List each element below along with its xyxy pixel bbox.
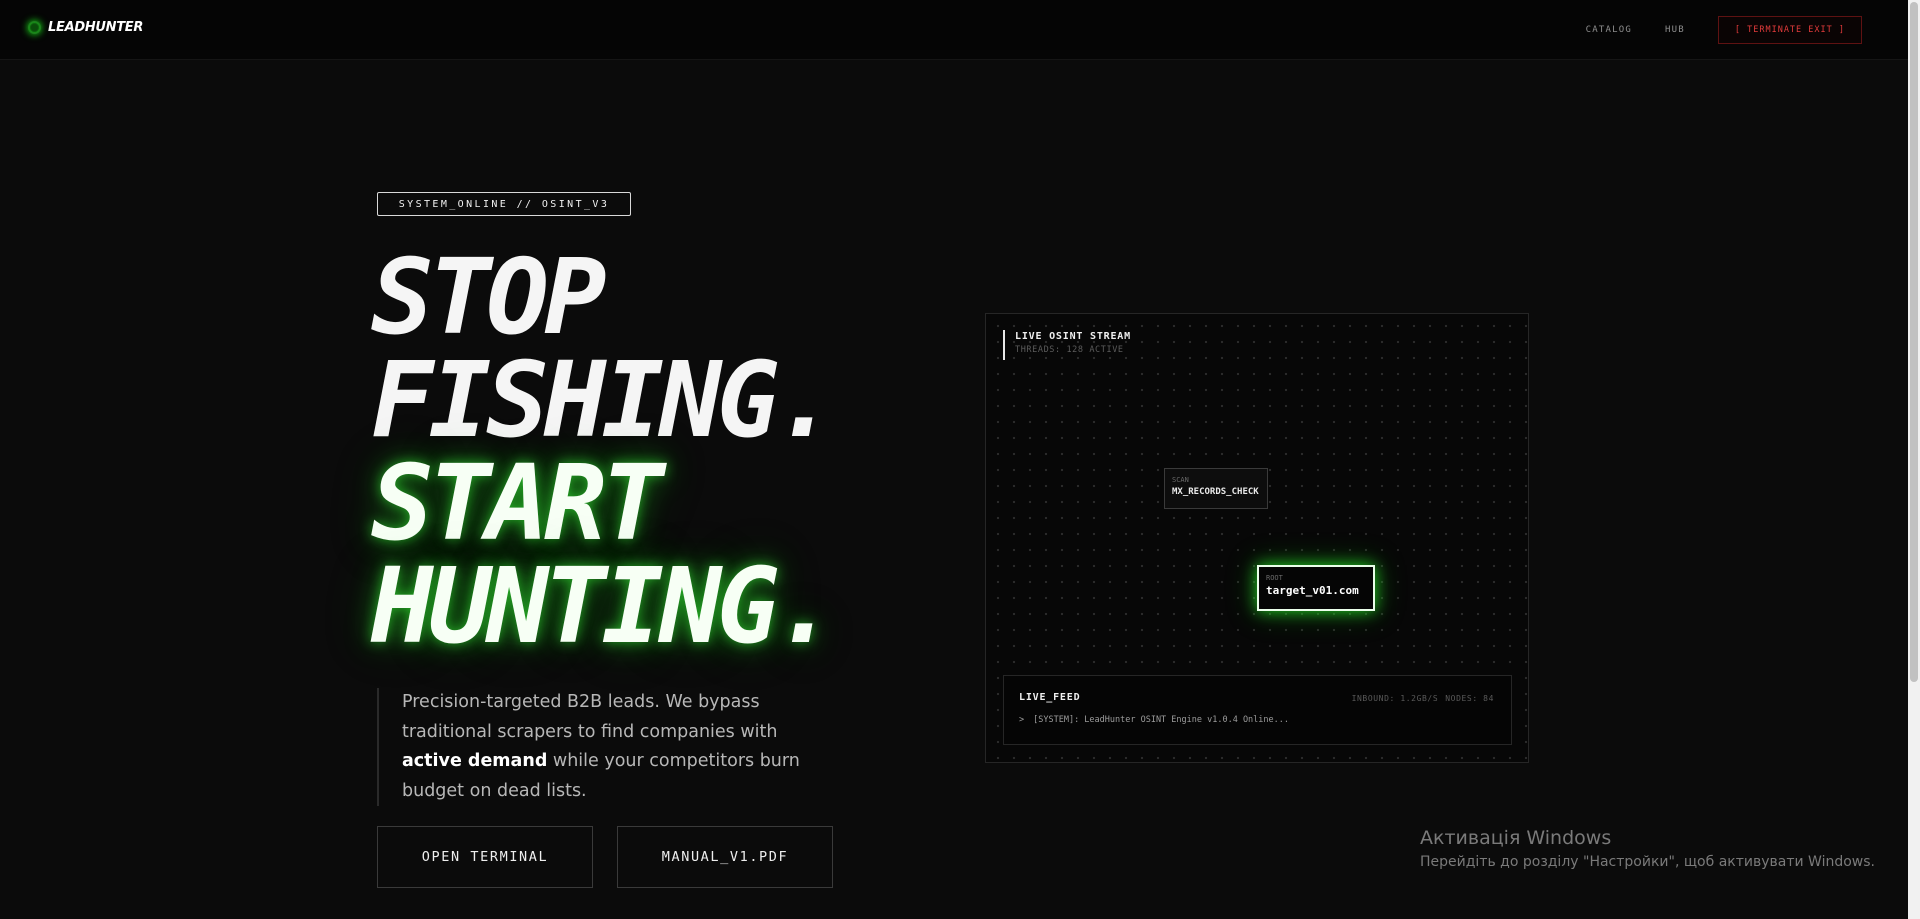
logo[interactable]: LEADHUNTER <box>28 20 143 35</box>
live-feed-title: LIVE_FEED <box>1019 692 1081 703</box>
top-navbar: LEADHUNTER CATALOG HUB [ TERMINATE EXIT … <box>0 0 1908 60</box>
stream-threads-count: THREADS: 128 ACTIVE <box>1015 345 1124 355</box>
windows-activation-title: Активація Windows <box>1420 827 1612 849</box>
manual-pdf-button[interactable]: MANUAL_V1.PDF <box>617 826 833 888</box>
terminate-exit-button[interactable]: [ TERMINATE EXIT ] <box>1717 16 1862 44</box>
feed-stats: INBOUND: 1.2GB/S NODES: 84 <box>1352 694 1494 703</box>
open-terminal-button[interactable]: OPEN TERMINAL <box>377 826 593 888</box>
prompt-icon: > <box>1019 715 1025 725</box>
root-node-value: target_v01.com <box>1266 584 1359 597</box>
stream-header: LIVE OSINT STREAM THREADS: 128 ACTIVE <box>1003 330 1131 360</box>
system-status-badge: SYSTEM_ONLINE // OSINT_V3 <box>377 192 631 216</box>
scan-node-value: MX_RECORDS_CHECK <box>1172 487 1259 497</box>
scan-node[interactable]: SCAN MX_RECORDS_CHECK <box>1164 468 1268 509</box>
headline-line-stop: STOP <box>371 236 606 358</box>
nav-menu: CATALOG HUB [ TERMINATE EXIT ] <box>1586 16 1862 44</box>
feed-log-message: [SYSTEM]: LeadHunter OSINT Engine v1.0.4… <box>1033 715 1289 725</box>
scrollbar-thumb[interactable] <box>1910 2 1918 682</box>
scan-node-label: SCAN <box>1172 476 1189 484</box>
windows-activation-watermark: Активація Windows Перейдіть до розділу "… <box>1420 826 1875 872</box>
headline-line-start: START <box>371 442 664 564</box>
nav-catalog-link[interactable]: CATALOG <box>1586 25 1632 35</box>
headline-line-hunting: HUNTING. <box>371 545 837 667</box>
nav-hub-link[interactable]: HUB <box>1665 25 1685 35</box>
root-node[interactable]: ROOT target_v01.com <box>1257 565 1375 611</box>
feed-log-line: > [SYSTEM]: LeadHunter OSINT Engine v1.0… <box>1019 715 1289 725</box>
hero-headline: STOP FISHING. START HUNTING. <box>371 236 837 667</box>
live-osint-stream-panel: LIVE OSINT STREAM THREADS: 128 ACTIVE SC… <box>985 313 1529 763</box>
root-node-label: ROOT <box>1266 574 1283 582</box>
stream-title: LIVE OSINT STREAM <box>1015 331 1131 342</box>
status-dot-icon <box>28 21 41 34</box>
logo-text: LEADHUNTER <box>48 20 144 35</box>
hero-description: Precision-targeted B2B leads. We bypass … <box>377 688 837 806</box>
windows-activation-subtitle: Перейдіть до розділу "Настройки", щоб ак… <box>1420 854 1875 870</box>
live-feed-box: LIVE_FEED INBOUND: 1.2GB/S NODES: 84 > [… <box>1003 675 1512 745</box>
headline-line-fishing: FISHING. <box>371 339 837 461</box>
description-emphasis: active demand <box>402 751 548 771</box>
nodes-count: NODES: 84 <box>1445 694 1494 703</box>
page-scrollbar[interactable] <box>1908 0 1920 919</box>
inbound-rate: INBOUND: 1.2GB/S <box>1351 694 1439 703</box>
description-text-start: Precision-targeted B2B leads. We bypass … <box>402 692 778 742</box>
